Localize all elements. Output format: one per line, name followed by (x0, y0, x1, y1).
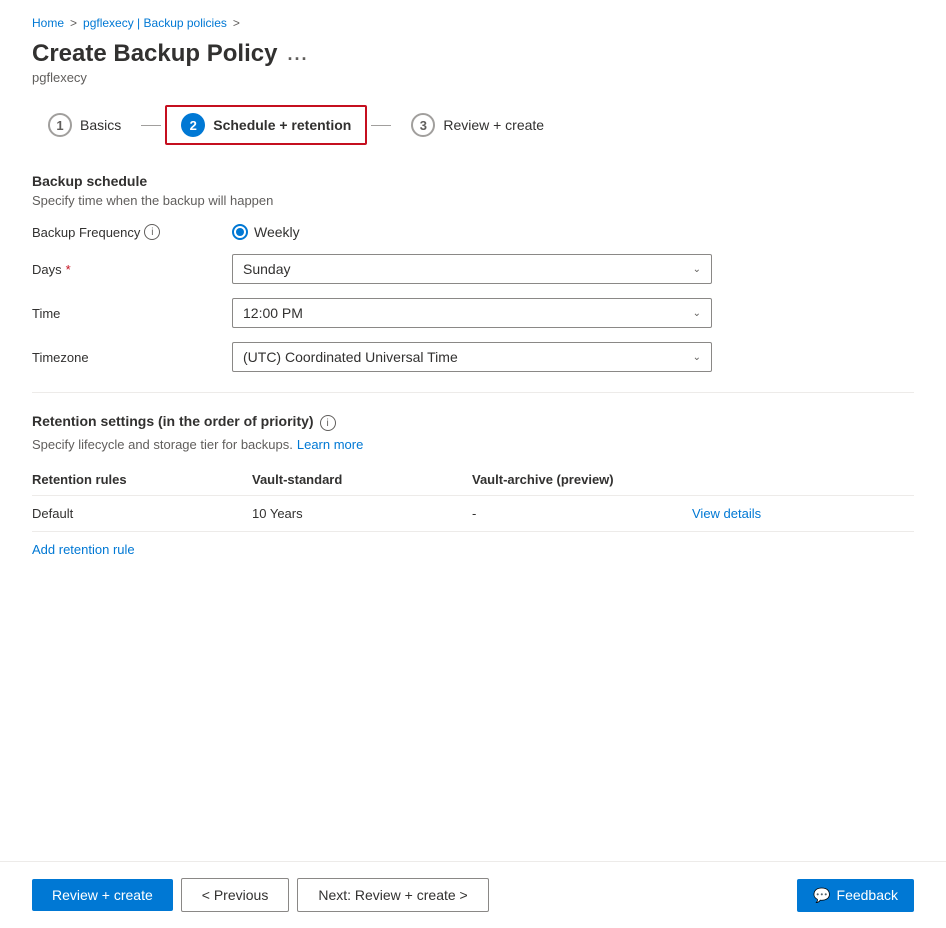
timezone-chevron-icon: ⌄ (693, 352, 701, 363)
retention-info-icon[interactable]: i (320, 415, 336, 431)
row-vault-archive: - (472, 506, 692, 521)
more-options-button[interactable]: ... (287, 44, 308, 65)
step1-number: 1 (48, 113, 72, 137)
days-required: * (66, 262, 71, 277)
learn-more-link[interactable]: Learn more (297, 437, 363, 452)
next-button[interactable]: Next: Review + create > (297, 878, 488, 912)
review-create-button[interactable]: Review + create (32, 879, 173, 911)
timezone-value: (UTC) Coordinated Universal Time (243, 349, 458, 365)
breadcrumb: Home > pgflexecy | Backup policies > (32, 16, 914, 30)
time-value: 12:00 PM (243, 305, 303, 321)
step1-label: Basics (80, 117, 121, 133)
page-subtitle: pgflexecy (32, 70, 914, 85)
days-value: Sunday (243, 261, 290, 277)
backup-schedule-header: Backup schedule (32, 173, 914, 189)
view-details-link[interactable]: View details (692, 506, 769, 521)
timezone-select[interactable]: (UTC) Coordinated Universal Time ⌄ (232, 342, 712, 372)
feedback-icon: 💬 (813, 887, 830, 904)
footer: Review + create < Previous Next: Review … (0, 861, 946, 928)
add-retention-rule-link[interactable]: Add retention rule (32, 542, 135, 557)
table-row: Default 10 Years - View details (32, 496, 914, 532)
step-separator-2 (371, 125, 391, 126)
breadcrumb-policies[interactable]: pgflexecy | Backup policies (83, 16, 227, 30)
section-divider (32, 392, 914, 393)
timezone-label: Timezone (32, 350, 232, 365)
row-vault-standard: 10 Years (252, 506, 472, 521)
wizard-step-1[interactable]: 1 Basics (32, 105, 137, 145)
time-chevron-icon: ⌄ (693, 308, 701, 319)
frequency-radio-group[interactable]: Weekly (232, 224, 712, 240)
col-vault-standard: Vault-standard (252, 472, 472, 487)
wizard-step-3[interactable]: 3 Review + create (395, 105, 560, 145)
frequency-info-icon[interactable]: i (144, 224, 160, 240)
time-select[interactable]: 12:00 PM ⌄ (232, 298, 712, 328)
col-actions (692, 472, 914, 487)
table-header-row: Retention rules Vault-standard Vault-arc… (32, 464, 914, 496)
backup-frequency-row: Backup Frequency i Weekly (32, 224, 914, 240)
row-name: Default (32, 506, 252, 521)
timezone-row: Timezone (UTC) Coordinated Universal Tim… (32, 342, 914, 372)
days-row: Days * Sunday ⌄ (32, 254, 914, 284)
breadcrumb-home[interactable]: Home (32, 16, 64, 30)
retention-header-row: Retention settings (in the order of prio… (32, 413, 914, 433)
days-chevron-icon: ⌄ (693, 264, 701, 275)
feedback-label: Feedback (837, 887, 898, 903)
wizard-step-2[interactable]: 2 Schedule + retention (165, 105, 367, 145)
retention-table: Retention rules Vault-standard Vault-arc… (32, 464, 914, 532)
weekly-label: Weekly (254, 224, 300, 240)
col-retention-rules: Retention rules (32, 472, 252, 487)
col-vault-archive: Vault-archive (preview) (472, 472, 692, 487)
retention-desc: Specify lifecycle and storage tier for b… (32, 437, 914, 452)
days-label: Days * (32, 262, 232, 277)
breadcrumb-sep1: > (70, 16, 77, 30)
time-row: Time 12:00 PM ⌄ (32, 298, 914, 328)
feedback-button[interactable]: 💬 Feedback (797, 879, 914, 912)
step-separator-1 (141, 125, 161, 126)
breadcrumb-sep2: > (233, 16, 240, 30)
retention-header: Retention settings (in the order of prio… (32, 413, 314, 429)
wizard-steps: 1 Basics 2 Schedule + retention 3 Review… (32, 105, 914, 145)
page-title-row: Create Backup Policy ... (32, 40, 914, 68)
step2-number: 2 (181, 113, 205, 137)
time-label: Time (32, 306, 232, 321)
backup-frequency-label: Backup Frequency i (32, 224, 232, 240)
page-title: Create Backup Policy (32, 40, 277, 68)
row-action-cell: View details (692, 506, 914, 521)
days-select[interactable]: Sunday ⌄ (232, 254, 712, 284)
step2-label: Schedule + retention (213, 117, 351, 133)
weekly-radio[interactable] (232, 224, 248, 240)
previous-button[interactable]: < Previous (181, 878, 290, 912)
step3-label: Review + create (443, 117, 544, 133)
step3-number: 3 (411, 113, 435, 137)
backup-schedule-desc: Specify time when the backup will happen (32, 193, 914, 208)
